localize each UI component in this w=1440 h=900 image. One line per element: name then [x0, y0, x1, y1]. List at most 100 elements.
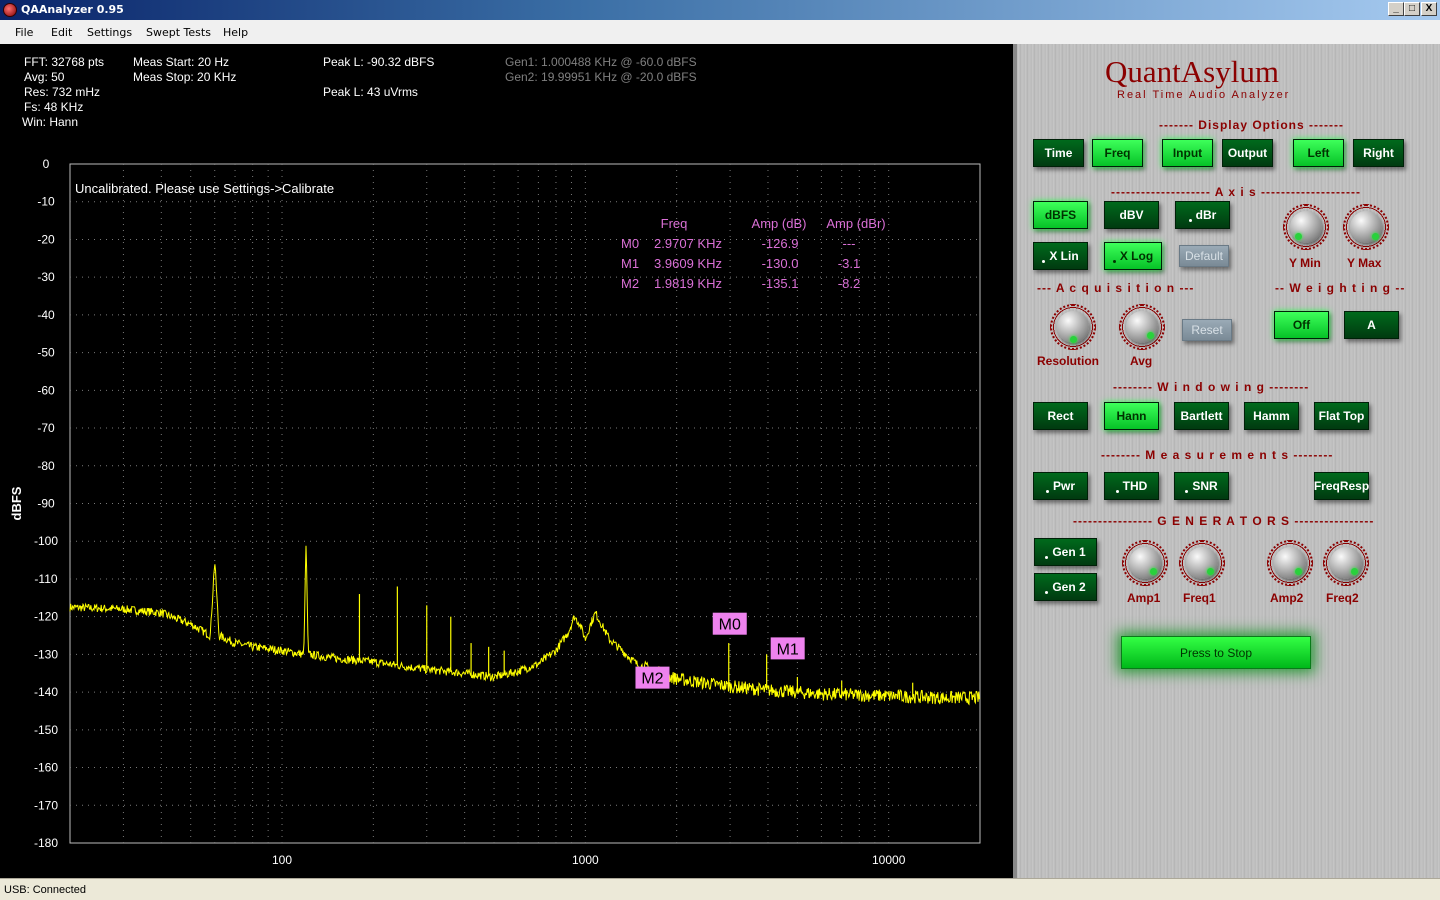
marker-table-amp-db: -126.9 — [762, 236, 799, 251]
x-log-button[interactable]: X Log — [1104, 242, 1162, 270]
weighting-a-button[interactable]: A — [1344, 311, 1399, 339]
marker-table-header: Amp (dB) — [752, 216, 807, 231]
acquisition-heading: --- A c q u i s i t i o n --- — [1037, 281, 1195, 295]
gen1-button[interactable]: Gen 1 — [1034, 538, 1097, 566]
freq1-label: Freq1 — [1183, 591, 1216, 605]
pwr-button[interactable]: Pwr — [1033, 472, 1088, 500]
marker-table-name: M2 — [621, 276, 639, 291]
y-tick-label: -90 — [37, 497, 55, 511]
freq1-knob[interactable] — [1179, 540, 1225, 586]
resolution-label: Resolution — [1037, 354, 1099, 368]
snr-button[interactable]: SNR — [1174, 472, 1229, 500]
amp1-knob[interactable] — [1122, 540, 1168, 586]
usb-status: USB: Connected — [4, 884, 86, 896]
y-tick-label: -130 — [34, 647, 58, 661]
marker-table-amp-db: -130.0 — [762, 256, 799, 271]
rect-window-button[interactable]: Rect — [1033, 402, 1088, 430]
menu-help[interactable]: Help — [223, 26, 248, 39]
y-tick-label: 0 — [43, 157, 50, 171]
control-panel: QuantAsylum Real Time Audio Analyzer ---… — [1013, 44, 1440, 878]
gen2-button[interactable]: Gen 2 — [1034, 573, 1097, 601]
dbv-button[interactable]: dBV — [1104, 201, 1159, 229]
y-tick-label: -30 — [37, 270, 55, 284]
y-tick-label: -150 — [34, 723, 58, 737]
y-tick-label: -170 — [34, 798, 58, 812]
y-tick-label: -110 — [34, 572, 57, 586]
y-tick-label: -120 — [34, 610, 58, 624]
maximize-button[interactable]: □ — [1404, 2, 1420, 16]
y-tick-label: -160 — [34, 761, 58, 775]
generators-heading: ---------------- G E N E R A T O R S ---… — [1073, 514, 1375, 528]
menu-file[interactable]: File — [15, 26, 33, 39]
measurements-heading: -------- M e a s u r e m e n t s -------… — [1101, 448, 1334, 462]
y-tick-label: -60 — [37, 383, 55, 397]
marker-table-name: M1 — [621, 256, 639, 271]
window-title: QAAnalyzer 0.95 — [21, 3, 124, 16]
brand-logo: QuantAsylum — [1105, 54, 1279, 89]
y-tick-label: -140 — [34, 685, 58, 699]
y-tick-label: -80 — [37, 459, 55, 473]
marker-table-amp-dbr: --- — [843, 236, 856, 251]
menu-edit[interactable]: Edit — [51, 26, 72, 39]
app-icon — [3, 3, 17, 17]
weighting-off-button[interactable]: Off — [1274, 311, 1329, 339]
marker-label: M2 — [641, 671, 663, 688]
weighting-heading: -- W e i g h t i n g -- — [1275, 281, 1406, 295]
freq-button[interactable]: Freq — [1092, 139, 1143, 167]
marker-label: M0 — [719, 617, 741, 634]
marker-table-amp-dbr: -3.1 — [838, 256, 860, 271]
hamm-window-button[interactable]: Hamm — [1244, 402, 1299, 430]
y-tick-label: -50 — [37, 346, 55, 360]
time-button[interactable]: Time — [1033, 139, 1084, 167]
input-button[interactable]: Input — [1162, 139, 1213, 167]
close-button[interactable]: X — [1421, 2, 1437, 16]
dbfs-button[interactable]: dBFS — [1033, 201, 1088, 229]
marker-table-header: Amp (dBr) — [826, 216, 885, 231]
y-tick-label: -40 — [37, 308, 55, 322]
spectrum-trace — [69, 545, 981, 706]
dbr-button[interactable]: dBr — [1175, 201, 1230, 229]
output-button[interactable]: Output — [1222, 139, 1273, 167]
marker-table-name: M0 — [621, 236, 639, 251]
marker-table-freq: 1.9819 KHz — [654, 276, 722, 291]
amp1-label: Amp1 — [1127, 591, 1161, 605]
spectrum-chart[interactable]: 0 -10 -20 -30 -40 -50 -60 -70 -80 -90 -100 -110 -120… — [0, 44, 1013, 878]
minimize-button[interactable]: _ — [1388, 2, 1404, 16]
y-tick-label: -100 — [34, 534, 58, 548]
axis-heading: -------------------- A x i s -----------… — [1111, 185, 1361, 199]
x-tick-label: 1000 — [572, 853, 599, 867]
x-lin-button[interactable]: X Lin — [1033, 242, 1088, 270]
brand-subtitle: Real Time Audio Analyzer — [1117, 89, 1291, 101]
marker-label: M1 — [777, 641, 799, 658]
amp2-knob[interactable] — [1267, 540, 1313, 586]
right-channel-button[interactable]: Right — [1353, 139, 1404, 167]
plot-pane: FFT: 32768 pts Avg: 50 Res: 732 mHz Fs: … — [0, 44, 1013, 878]
y-max-knob[interactable] — [1343, 204, 1389, 250]
marker-table-freq: 3.9609 KHz — [654, 256, 722, 271]
y-tick-label: -20 — [37, 232, 55, 246]
y-tick-label: -180 — [34, 836, 58, 850]
hann-window-button[interactable]: Hann — [1104, 402, 1159, 430]
thd-button[interactable]: THD — [1104, 472, 1159, 500]
windowing-heading: -------- W i n d o w i n g -------- — [1113, 380, 1310, 394]
amp2-label: Amp2 — [1270, 591, 1304, 605]
x-tick-label: 100 — [272, 853, 292, 867]
y-max-label: Y Max — [1347, 256, 1382, 270]
avg-knob[interactable] — [1119, 304, 1165, 350]
press-to-stop-button[interactable]: Press to Stop — [1121, 636, 1311, 669]
resolution-knob[interactable] — [1050, 304, 1096, 350]
calibration-warning: Uncalibrated. Please use Settings->Calib… — [75, 181, 334, 196]
menu-swept-tests[interactable]: Swept Tests — [146, 26, 211, 39]
flat-top-window-button[interactable]: Flat Top — [1314, 402, 1369, 430]
bartlett-window-button[interactable]: Bartlett — [1174, 402, 1229, 430]
freq2-knob[interactable] — [1323, 540, 1369, 586]
left-channel-button[interactable]: Left — [1293, 139, 1344, 167]
default-axis-button[interactable]: Default — [1179, 245, 1229, 267]
y-min-knob[interactable] — [1283, 204, 1329, 250]
menu-settings[interactable]: Settings — [87, 26, 132, 39]
reset-button[interactable]: Reset — [1182, 319, 1232, 341]
y-min-label: Y Min — [1289, 256, 1321, 270]
marker-table-header: Freq — [661, 216, 688, 231]
menu-bar: File Edit Settings Swept Tests Help — [0, 20, 1440, 44]
freqresp-button[interactable]: FreqResp — [1314, 472, 1369, 500]
